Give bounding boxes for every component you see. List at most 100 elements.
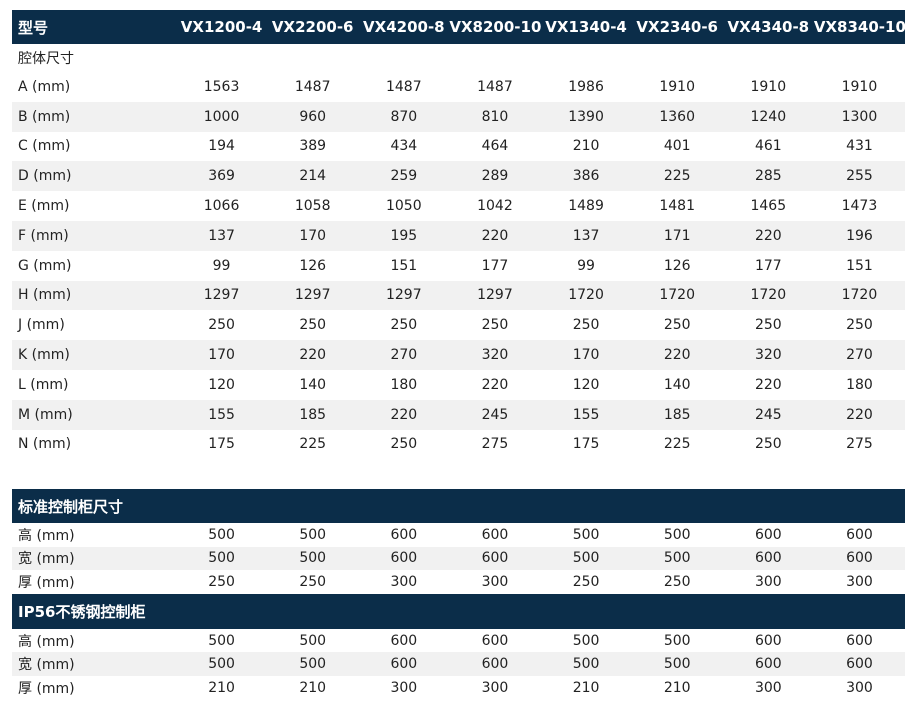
table-cell: 210 <box>572 679 600 696</box>
table-cell: 1360 <box>631 101 723 132</box>
table-cell: 500 <box>663 632 691 649</box>
table-cell: 259 <box>358 161 450 192</box>
table-cell: 140 <box>299 376 327 393</box>
chamber-dimensions-table: 型号 VX1200-4 VX2200-6 VX4200-8 VX8200-10 … <box>12 10 905 459</box>
table-cell: 320 <box>449 340 541 370</box>
table-cell: 220 <box>722 220 814 251</box>
table-cell: 220 <box>358 399 450 430</box>
table-cell: 1297 <box>449 280 541 311</box>
table-cell: 194 <box>208 138 235 155</box>
row-label: M (mm) <box>12 399 176 430</box>
table-cell: 1487 <box>477 78 513 95</box>
table-cell: 210 <box>663 679 691 696</box>
table-cell: 155 <box>540 399 632 430</box>
table-cell: 500 <box>176 546 268 571</box>
spec-sheet: 型号 VX1200-4 VX2200-6 VX4200-8 VX8200-10 … <box>0 0 916 719</box>
table-row: 宽 (mm) 500 500 600 600 500 500 600 600 <box>12 546 906 571</box>
table-cell: 225 <box>631 161 723 192</box>
table-cell: 1720 <box>631 280 723 311</box>
table-cell: 140 <box>663 376 691 393</box>
row-label: F (mm) <box>12 220 176 251</box>
row-label: G (mm) <box>18 257 72 274</box>
table-cell: 250 <box>390 317 418 334</box>
table-cell: 500 <box>540 652 632 676</box>
model-column-header: VX1200-4 <box>176 10 268 44</box>
table-cell: 500 <box>299 632 327 649</box>
table-cell: 171 <box>631 220 723 251</box>
row-label: 高 (mm) <box>18 633 75 650</box>
table-cell: 500 <box>663 526 691 543</box>
table-cell: 250 <box>572 573 600 590</box>
table-cell: 250 <box>299 573 327 590</box>
model-column-header: VX4200-8 <box>358 10 450 44</box>
table-cell: 1487 <box>294 78 331 95</box>
table-cell: 245 <box>449 399 541 430</box>
table-cell: 1300 <box>813 101 905 132</box>
table-cell: 369 <box>176 161 268 192</box>
table-cell: 600 <box>358 546 450 571</box>
table-row: L (mm) 120 140 180 220 120 140 220 180 <box>12 370 905 400</box>
row-label: 厚 (mm) <box>18 680 75 697</box>
table-cell: 434 <box>390 138 418 155</box>
table-cell: 270 <box>813 340 905 370</box>
table-cell: 275 <box>481 436 509 453</box>
table-cell: 1910 <box>750 78 787 95</box>
table-cell: 401 <box>663 138 691 155</box>
row-label: 宽 (mm) <box>12 652 176 676</box>
table-cell: 431 <box>846 138 873 155</box>
row-label: N (mm) <box>18 436 72 453</box>
table-cell: 600 <box>813 652 906 676</box>
table-cell: 175 <box>208 436 235 453</box>
table-cell: 600 <box>449 546 541 571</box>
table-cell: 464 <box>481 138 509 155</box>
table-cell: 250 <box>299 317 327 334</box>
table-cell: 120 <box>572 376 600 393</box>
table-cell: 1910 <box>659 78 695 95</box>
table-cell: 1489 <box>568 198 604 215</box>
section-title: 腔体尺寸 <box>18 51 74 67</box>
table-cell: 220 <box>481 376 509 393</box>
table-cell: 1720 <box>540 280 632 311</box>
table-cell: 1720 <box>813 280 905 311</box>
model-column-header: VX4340-8 <box>722 10 814 44</box>
section-title-row: 腔体尺寸 <box>12 44 905 72</box>
table-cell: 960 <box>267 101 359 132</box>
table-cell: 1042 <box>477 198 513 215</box>
table-cell: 1050 <box>385 198 422 215</box>
table-row: M (mm) 155 185 220 245 155 185 245 220 <box>12 399 905 430</box>
table-cell: 185 <box>267 399 359 430</box>
table-header-row: 型号 VX1200-4 VX2200-6 VX4200-8 VX8200-10 … <box>12 10 905 44</box>
table-cell: 600 <box>481 632 509 649</box>
table-cell: 500 <box>572 632 600 649</box>
table-cell: 170 <box>176 340 268 370</box>
table-cell: 220 <box>754 376 782 393</box>
table-cell: 1066 <box>203 198 240 215</box>
table-row: D (mm) 369 214 259 289 386 225 285 255 <box>12 161 905 192</box>
table-cell: 137 <box>176 220 268 251</box>
table-cell: 600 <box>754 526 782 543</box>
table-cell: 250 <box>572 317 600 334</box>
table-row: F (mm) 137 170 195 220 137 171 220 196 <box>12 220 905 251</box>
table-cell: 126 <box>299 257 327 274</box>
table-cell: 500 <box>572 526 600 543</box>
table-cell: 300 <box>390 573 418 590</box>
table-row: 厚 (mm) 250 250 300 300 250 250 300 300 <box>12 570 905 594</box>
table-cell: 220 <box>813 399 905 430</box>
table-cell: 185 <box>631 399 723 430</box>
table-cell: 180 <box>390 376 418 393</box>
table-cell: 170 <box>540 340 632 370</box>
table-cell: 225 <box>663 436 691 453</box>
table-cell: 600 <box>390 632 418 649</box>
table-cell: 600 <box>722 652 814 676</box>
table-cell: 250 <box>208 573 235 590</box>
row-label: B (mm) <box>12 101 176 132</box>
row-label: 厚 (mm) <box>18 574 75 591</box>
table-cell: 210 <box>299 679 327 696</box>
table-row: 宽 (mm) 500 500 600 600 500 500 600 600 <box>12 652 906 676</box>
table-row: A (mm) 1563 1487 1487 1487 1986 1910 1910 1910 <box>12 72 905 102</box>
model-header-label: 型号 <box>12 10 176 44</box>
table-cell: 126 <box>663 257 691 274</box>
table-cell: 1297 <box>267 280 359 311</box>
table-cell: 500 <box>267 546 359 571</box>
table-cell: 600 <box>754 632 782 649</box>
